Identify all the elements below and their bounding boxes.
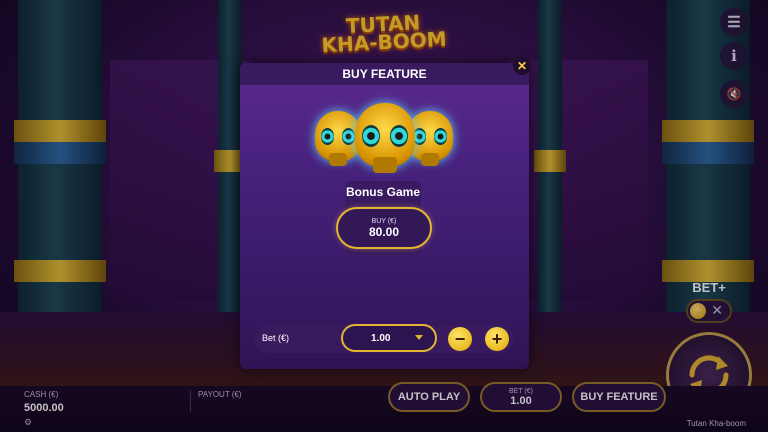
buy-price: 80.00 xyxy=(368,224,400,239)
plus-icon: + xyxy=(491,329,503,349)
modal-header: BUY FEATURE xyxy=(240,63,529,85)
golden-skulls-image xyxy=(240,99,529,179)
chevron-down-icon xyxy=(415,335,423,340)
close-button[interactable]: ✕ xyxy=(513,57,531,75)
decrease-bet-button[interactable]: − xyxy=(448,327,472,351)
modal-title: BUY FEATURE xyxy=(342,67,427,81)
buy-feature-modal: BUY FEATURE ✕ Bonus Game BUY (€) 80.00 B… xyxy=(240,57,531,369)
close-icon: ✕ xyxy=(516,59,528,73)
bonus-game-title: Bonus Game xyxy=(345,185,420,199)
buy-label: BUY (€) xyxy=(371,217,397,225)
minus-icon: − xyxy=(454,329,466,349)
bet-selector-row: Bet (€) 1.00 − + xyxy=(254,324,514,353)
buy-bonus-button[interactable]: BUY (€) 80.00 xyxy=(336,207,432,249)
skull-center xyxy=(355,103,415,174)
bet-dropdown[interactable]: 1.00 xyxy=(341,324,437,352)
bet-dropdown-value: 1.00 xyxy=(371,332,391,344)
bet-row-label: Bet (€) xyxy=(262,333,290,343)
increase-bet-button[interactable]: + xyxy=(485,327,509,351)
